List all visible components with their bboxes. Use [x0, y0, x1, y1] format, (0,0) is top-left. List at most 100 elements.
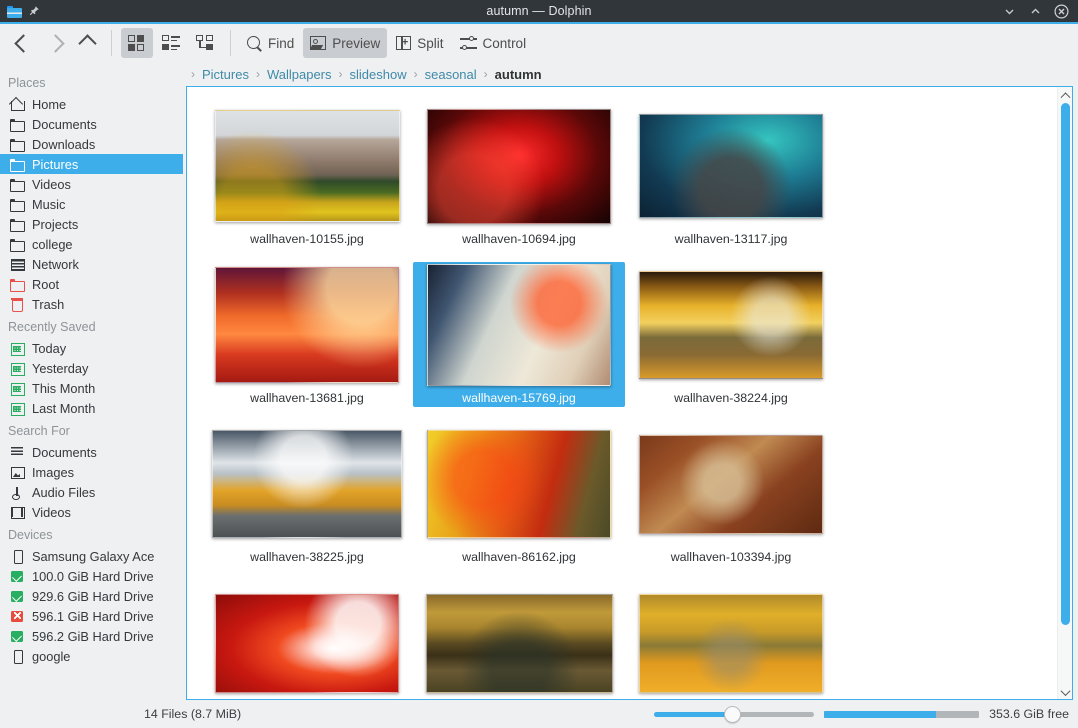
- breadcrumb[interactable]: ›Pictures›Wallpapers›slideshow›seasonal›…: [183, 62, 1078, 86]
- file-thumbnail: [215, 110, 400, 222]
- find-button[interactable]: Find: [240, 28, 301, 58]
- thumbnail-container: [212, 425, 402, 543]
- file-item[interactable]: wallhaven-103394.jpg: [625, 421, 837, 566]
- sidebar-item-videos[interactable]: Videos: [0, 174, 183, 194]
- view-details-button[interactable]: [155, 28, 187, 58]
- file-thumbnail: [639, 435, 823, 534]
- file-name-label: wallhaven-38225.jpg: [250, 550, 364, 564]
- sidebar-item-audio-files[interactable]: Audio Files: [0, 482, 183, 502]
- maximize-button[interactable]: [1028, 4, 1043, 19]
- sidebar-item-downloads[interactable]: Downloads: [0, 134, 183, 154]
- sidebar-item-label: Yesterday: [32, 361, 88, 376]
- thumbnail-container: [215, 584, 399, 699]
- minimize-button[interactable]: [1002, 4, 1017, 19]
- up-button[interactable]: [72, 28, 102, 58]
- sidebar-group-title: Places: [0, 70, 183, 94]
- chevron-right-icon: [46, 34, 64, 52]
- sidebar-item-samsung-galaxy-ace[interactable]: Samsung Galaxy Ace: [0, 546, 183, 566]
- scrollbar-thumb[interactable]: [1061, 103, 1070, 625]
- sidebar-item-google[interactable]: google: [0, 646, 183, 666]
- toolbar-separator: [111, 30, 112, 56]
- thumbnail-container: [427, 266, 611, 384]
- control-button[interactable]: Control: [453, 28, 534, 58]
- breadcrumb-item-wallpapers[interactable]: Wallpapers: [264, 66, 335, 83]
- sidebar-item-documents[interactable]: Documents: [0, 114, 183, 134]
- sidebar-item-root[interactable]: Root: [0, 274, 183, 294]
- file-thumbnail: [212, 430, 402, 538]
- sidebar-item-596-2-gib-hard-drive[interactable]: 596.2 GiB Hard Drive: [0, 626, 183, 646]
- file-thumbnail: [427, 109, 611, 224]
- sidebar-item-network[interactable]: Network: [0, 254, 183, 274]
- folder-icon: [10, 137, 24, 151]
- file-item[interactable]: wallhaven-114354.jpg: [413, 580, 625, 699]
- sidebar-item-label: Documents: [32, 445, 97, 460]
- file-item[interactable]: wallhaven-10155.jpg: [201, 103, 413, 248]
- sidebar-item-documents[interactable]: Documents: [0, 442, 183, 462]
- folder-icon: [7, 5, 22, 18]
- split-plus: +: [402, 38, 408, 49]
- harddrive-mounted-icon: [10, 629, 24, 643]
- file-item[interactable]: wallhaven-13117.jpg: [625, 103, 837, 248]
- file-item[interactable]: wallhaven-103395.jpg: [201, 580, 413, 699]
- file-name-label: wallhaven-10155.jpg: [250, 232, 364, 246]
- title-bar-left: [0, 5, 40, 18]
- file-name-label: wallhaven-38224.jpg: [674, 391, 788, 405]
- sidebar-item-home[interactable]: Home: [0, 94, 183, 114]
- breadcrumb-item-slideshow[interactable]: slideshow: [347, 66, 410, 83]
- sidebar-item-596-1-gib-hard-drive[interactable]: 596.1 GiB Hard Drive: [0, 606, 183, 626]
- sidebar-item-trash[interactable]: Trash: [0, 294, 183, 314]
- thumbnail-container: [639, 425, 823, 543]
- breadcrumb-item-seasonal[interactable]: seasonal: [422, 66, 480, 83]
- icons-view-icon: [128, 34, 146, 52]
- sidebar-item-projects[interactable]: Projects: [0, 214, 183, 234]
- split-button[interactable]: + Split: [389, 28, 450, 58]
- sidebar-item-label: 929.6 GiB Hard Drive: [32, 589, 154, 604]
- file-item[interactable]: wallhaven-191488.jpg: [625, 580, 837, 699]
- file-item[interactable]: wallhaven-38224.jpg: [625, 262, 837, 407]
- sidebar-item-label: Today: [32, 341, 66, 356]
- view-icons-button[interactable]: [121, 28, 153, 58]
- zoom-slider-handle[interactable]: [724, 706, 741, 723]
- file-item[interactable]: wallhaven-38225.jpg: [201, 421, 413, 566]
- sidebar-item-videos[interactable]: Videos: [0, 502, 183, 522]
- scroll-down-button[interactable]: [1062, 685, 1069, 699]
- breadcrumb-item-pictures[interactable]: Pictures: [199, 66, 252, 83]
- vertical-scrollbar[interactable]: [1057, 87, 1072, 699]
- scroll-up-button[interactable]: [1062, 87, 1069, 101]
- file-grid: wallhaven-10155.jpgwallhaven-10694.jpgwa…: [187, 87, 1057, 699]
- status-bar: 14 Files (8.7 MiB) 353.6 GiB free: [0, 700, 1078, 728]
- sidebar-item-pictures[interactable]: Pictures: [0, 154, 183, 174]
- sidebar-item-label: google: [32, 649, 70, 664]
- preview-button[interactable]: Preview: [303, 28, 387, 58]
- sidebar-item-college[interactable]: college: [0, 234, 183, 254]
- view-compact-button[interactable]: [189, 28, 221, 58]
- file-item[interactable]: wallhaven-10694.jpg: [413, 103, 625, 248]
- file-name-label: wallhaven-13681.jpg: [250, 391, 364, 405]
- toolbar-separator-2: [230, 30, 231, 56]
- sidebar-item-today[interactable]: Today: [0, 338, 183, 358]
- file-item[interactable]: wallhaven-13681.jpg: [201, 262, 413, 407]
- breadcrumb-item-autumn[interactable]: autumn: [492, 66, 545, 83]
- phone-icon: [10, 649, 24, 663]
- folder-icon: [10, 237, 24, 251]
- sidebar-item-music[interactable]: Music: [0, 194, 183, 214]
- file-thumbnail: [639, 594, 823, 693]
- forward-button[interactable]: [40, 28, 70, 58]
- sidebar-item-images[interactable]: Images: [0, 462, 183, 482]
- sidebar-item-last-month[interactable]: Last Month: [0, 398, 183, 418]
- scrollbar-track[interactable]: [1058, 101, 1073, 685]
- sidebar-item-label: This Month: [32, 381, 95, 396]
- sidebar-item-100-0-gib-hard-drive[interactable]: 100.0 GiB Hard Drive: [0, 566, 183, 586]
- back-button[interactable]: [8, 28, 38, 58]
- pin-icon[interactable]: [28, 5, 40, 17]
- sidebar-item-this-month[interactable]: This Month: [0, 378, 183, 398]
- sidebar-item-yesterday[interactable]: Yesterday: [0, 358, 183, 378]
- file-item[interactable]: wallhaven-15769.jpg: [413, 262, 625, 407]
- close-button[interactable]: [1054, 4, 1069, 19]
- sidebar-item-929-6-gib-hard-drive[interactable]: 929.6 GiB Hard Drive: [0, 586, 183, 606]
- sidebar-item-label: Audio Files: [32, 485, 95, 500]
- file-thumbnail: [427, 430, 611, 538]
- file-item[interactable]: wallhaven-86162.jpg: [413, 421, 625, 566]
- zoom-slider[interactable]: [654, 706, 814, 722]
- details-view-icon: [162, 34, 180, 52]
